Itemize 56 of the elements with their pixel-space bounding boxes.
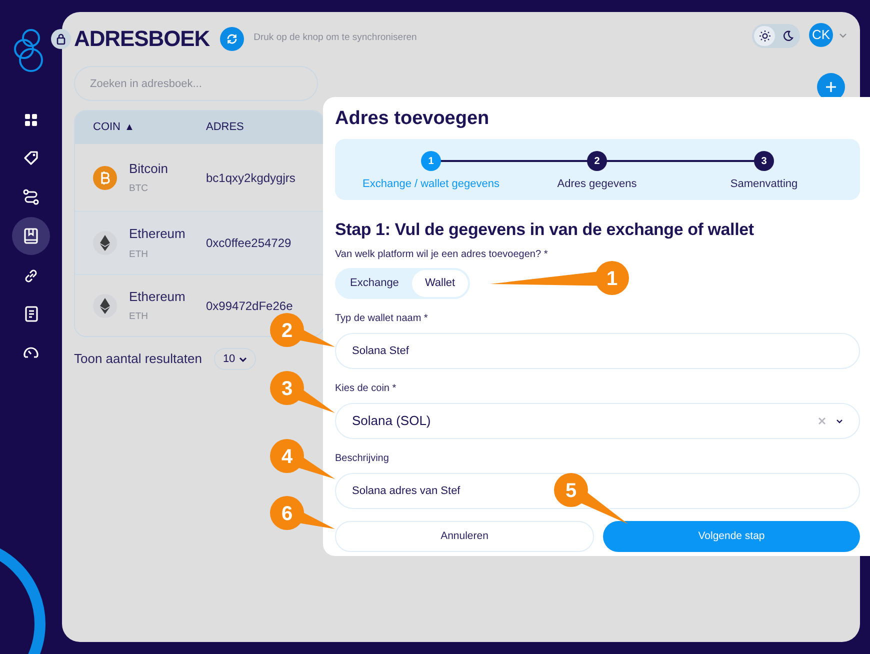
field-label: Van welk platform wil je een adres toevoegen? * [335,248,549,262]
search-field[interactable]: Zoeken in adresboek... [74,66,318,101]
field-label: Kies de coin * [335,382,398,396]
coin-name: Ethereum [129,288,186,306]
step-label: Adres gegevens [557,177,637,192]
step-number: 3 [754,151,774,171]
sync-hint: Druk op de knop om te synchroniseren [254,31,417,46]
step-heading: Stap 1: Vul de gegevens in van de exchange of wallet [335,219,755,241]
sort-indicator: ▲ [124,121,134,135]
coin-name: Ethereum [129,225,186,244]
tag-icon [22,149,40,167]
platform-option[interactable]: Wallet [412,270,468,297]
sync-button[interactable] [220,26,244,50]
column-header[interactable]: ADRES [206,119,244,136]
coin-symbol: BTC [129,182,149,196]
wallet-address: 0x99472dFe26e [206,298,293,314]
sun-icon [758,30,770,42]
platform-option[interactable]: Exchange [337,270,412,297]
step-label: Samenvatting [730,177,798,192]
step-number: 2 [587,151,607,171]
wallet-address: bc1qxy2kgdygjrs [206,170,296,186]
coin-name: Bitcoin [129,160,168,178]
plus-icon [826,82,836,92]
chevron-down-icon [836,418,843,424]
book-icon [22,227,40,245]
field-label: Typ de wallet naam * [335,312,429,326]
coin-select[interactable]: Solana (SOL) [335,403,860,439]
step-number: 1 [421,151,441,171]
modal-title: Adres toevoegen [335,107,490,131]
theme-toggle[interactable] [752,24,800,48]
page-size-select[interactable]: 10 [214,348,256,370]
user-avatar[interactable]: CK [809,23,833,47]
ethereum-icon [93,231,117,255]
coin-symbol: ETH [129,248,149,262]
nav-item[interactable] [12,217,50,255]
moon-icon [782,30,794,42]
ethereum-icon [93,294,117,318]
step-label: Exchange / wallet gegevens [362,177,500,192]
chevron-down-icon [239,356,248,362]
route-icon [22,188,40,206]
input-field[interactable]: Solana Stef [335,333,860,369]
bitcoin-icon [93,166,117,190]
page-title: ADRESBOEK [74,25,210,53]
coin-symbol: ETH [129,310,149,324]
chevron-down-icon [839,33,847,38]
column-header[interactable]: COIN [93,119,120,136]
grid-icon [22,111,40,129]
cancel-button[interactable]: Annuleren [335,521,594,552]
field-label: Beschrijving [335,452,390,466]
logo-icon [12,27,46,73]
lock-icon [51,29,71,49]
wallet-address: 0xc0ffee254729 [206,235,292,252]
document-icon [22,305,40,323]
clear-icon [818,417,826,425]
results-label: Toon aantal resultaten [74,350,202,368]
sync-icon [226,32,238,44]
